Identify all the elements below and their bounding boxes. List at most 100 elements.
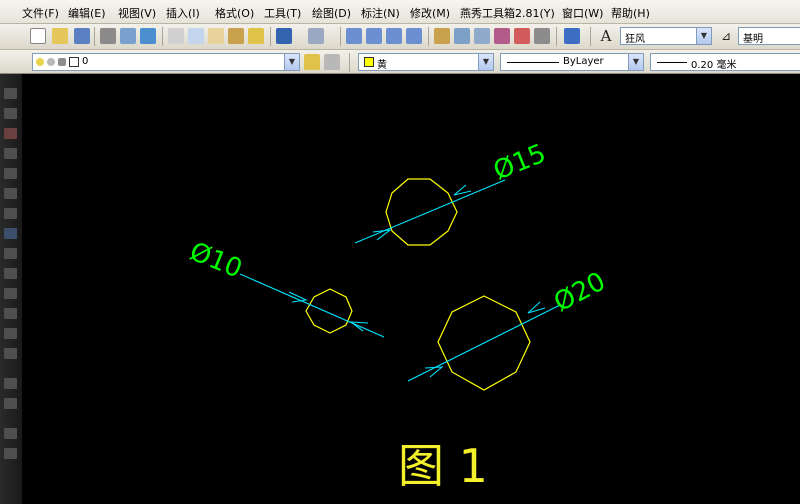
- menu-yanxiu-toolbox[interactable]: 燕秀工具箱2.81(Y): [460, 5, 555, 21]
- layer-select[interactable]: 0 ▼: [32, 53, 300, 71]
- match-properties-icon[interactable]: [228, 28, 244, 44]
- stretch-icon[interactable]: [4, 248, 17, 259]
- mirror-icon[interactable]: [4, 128, 17, 139]
- dim-label-d10[interactable]: Ø10: [185, 237, 246, 285]
- open-folder-icon[interactable]: [52, 28, 68, 44]
- dim-label-d20[interactable]: Ø20: [549, 267, 610, 319]
- zoom-window-icon[interactable]: [386, 28, 402, 44]
- copy-object-icon[interactable]: [4, 108, 17, 119]
- layer-value: 0: [82, 56, 89, 67]
- lineweight-value: 0.20 毫米: [691, 60, 737, 71]
- dimension-style-value: 基明: [743, 34, 763, 45]
- toolbar-separator: [94, 27, 95, 46]
- scale-icon[interactable]: [4, 228, 17, 239]
- chevron-down-icon[interactable]: ▼: [478, 54, 493, 70]
- sheet-set-icon[interactable]: [494, 28, 510, 44]
- zoom-previous-icon[interactable]: [406, 28, 422, 44]
- cut-icon[interactable]: [168, 28, 184, 44]
- properties-icon[interactable]: [434, 28, 450, 44]
- menu-view[interactable]: 视图(V): [118, 5, 156, 21]
- zoom-realtime-icon[interactable]: [366, 28, 382, 44]
- move-icon[interactable]: [4, 188, 17, 199]
- arrowhead-icon: [453, 184, 472, 196]
- dimension-style-icon: ⊿: [720, 29, 732, 43]
- explode-icon[interactable]: [4, 378, 17, 389]
- block-editor-icon[interactable]: [248, 28, 264, 44]
- toolbar-separator: [556, 27, 557, 46]
- menu-edit[interactable]: 编辑(E): [68, 5, 106, 21]
- join-icon[interactable]: [4, 398, 17, 409]
- chamfer-icon[interactable]: [4, 328, 17, 339]
- print-icon[interactable]: [100, 28, 116, 44]
- chevron-down-icon[interactable]: ▼: [628, 54, 643, 70]
- trim-icon[interactable]: [4, 268, 17, 279]
- lineweight-control-select[interactable]: 0.20 毫米: [650, 53, 800, 71]
- layer-previous-icon[interactable]: [324, 54, 340, 70]
- linetype-control-select[interactable]: ByLayer ▼: [500, 53, 644, 71]
- extend-icon[interactable]: [4, 288, 17, 299]
- design-center-icon[interactable]: [454, 28, 470, 44]
- break-icon[interactable]: [4, 308, 17, 319]
- make-object-layer-current-icon[interactable]: [304, 54, 320, 70]
- break-at-point-icon[interactable]: [4, 428, 17, 439]
- menu-window[interactable]: 窗口(W): [562, 5, 603, 21]
- undo-icon[interactable]: [276, 28, 292, 44]
- standard-toolbar: A 狂风 ▼ ⊿ 基明: [0, 24, 800, 50]
- arrowhead-icon: [372, 229, 392, 241]
- menu-insert[interactable]: 插入(I): [166, 5, 200, 21]
- rotate-icon[interactable]: [4, 208, 17, 219]
- text-style-icon: A: [600, 27, 612, 45]
- linetype-sample: [507, 62, 559, 63]
- lock-icon: [58, 58, 66, 66]
- circle-d15[interactable]: [385, 178, 458, 246]
- toolbar-separator: [349, 53, 350, 72]
- tool-palettes-icon[interactable]: [474, 28, 490, 44]
- color-value: 黄: [377, 60, 387, 71]
- chevron-down-icon[interactable]: ▼: [284, 54, 299, 70]
- circle-d10[interactable]: [305, 288, 353, 334]
- dimension-line-d10[interactable]: [239, 273, 385, 338]
- lightbulb-icon: [36, 58, 44, 66]
- plot-preview-icon[interactable]: [120, 28, 136, 44]
- toolbar-separator: [270, 27, 271, 46]
- dimension-line-d15[interactable]: [354, 179, 506, 244]
- publish-icon[interactable]: [140, 28, 156, 44]
- dim-label-d15[interactable]: Ø15: [489, 139, 550, 187]
- menu-modify[interactable]: 修改(M): [410, 5, 450, 21]
- menu-format[interactable]: 格式(O): [215, 5, 254, 21]
- markup-icon[interactable]: [514, 28, 530, 44]
- copy-icon[interactable]: [188, 28, 204, 44]
- dimension-line-d20[interactable]: [407, 304, 561, 382]
- arrowhead-icon: [527, 301, 546, 314]
- modify-toolbar-left: [0, 74, 22, 504]
- properties-toolbar: 0 ▼ 黄 ▼ ByLayer ▼ 0.20 毫米: [0, 50, 800, 74]
- toolbar-separator: [340, 27, 341, 46]
- menu-dimension[interactable]: 标注(N): [361, 5, 400, 21]
- paste-icon[interactable]: [208, 28, 224, 44]
- save-icon[interactable]: [74, 28, 90, 44]
- lineweight-sample: [657, 62, 687, 63]
- fillet-icon[interactable]: [4, 348, 17, 359]
- dimension-style-select[interactable]: 基明: [738, 27, 800, 45]
- chevron-down-icon[interactable]: ▼: [696, 28, 711, 44]
- text-style-select[interactable]: 狂风 ▼: [620, 27, 712, 45]
- new-file-icon[interactable]: [30, 28, 46, 44]
- calculator-icon[interactable]: [534, 28, 550, 44]
- menu-file[interactable]: 文件(F): [22, 5, 59, 21]
- lengthen-icon[interactable]: [4, 448, 17, 459]
- help-icon[interactable]: [564, 28, 580, 44]
- pan-icon[interactable]: [346, 28, 362, 44]
- color-control-select[interactable]: 黄 ▼: [358, 53, 494, 71]
- linetype-value: ByLayer: [563, 56, 604, 67]
- offset-icon[interactable]: [4, 148, 17, 159]
- toolbar-separator: [162, 27, 163, 46]
- menu-draw[interactable]: 绘图(D): [312, 5, 351, 21]
- menu-tools[interactable]: 工具(T): [264, 5, 301, 21]
- array-icon[interactable]: [4, 168, 17, 179]
- erase-icon[interactable]: [4, 88, 17, 99]
- menu-help[interactable]: 帮助(H): [611, 5, 650, 21]
- menu-bar: 文件(F) 编辑(E) 视图(V) 插入(I) 格式(O) 工具(T) 绘图(D…: [0, 0, 800, 24]
- sun-icon: [47, 58, 55, 66]
- redo-icon[interactable]: [308, 28, 324, 44]
- layer-color-swatch: [69, 57, 79, 67]
